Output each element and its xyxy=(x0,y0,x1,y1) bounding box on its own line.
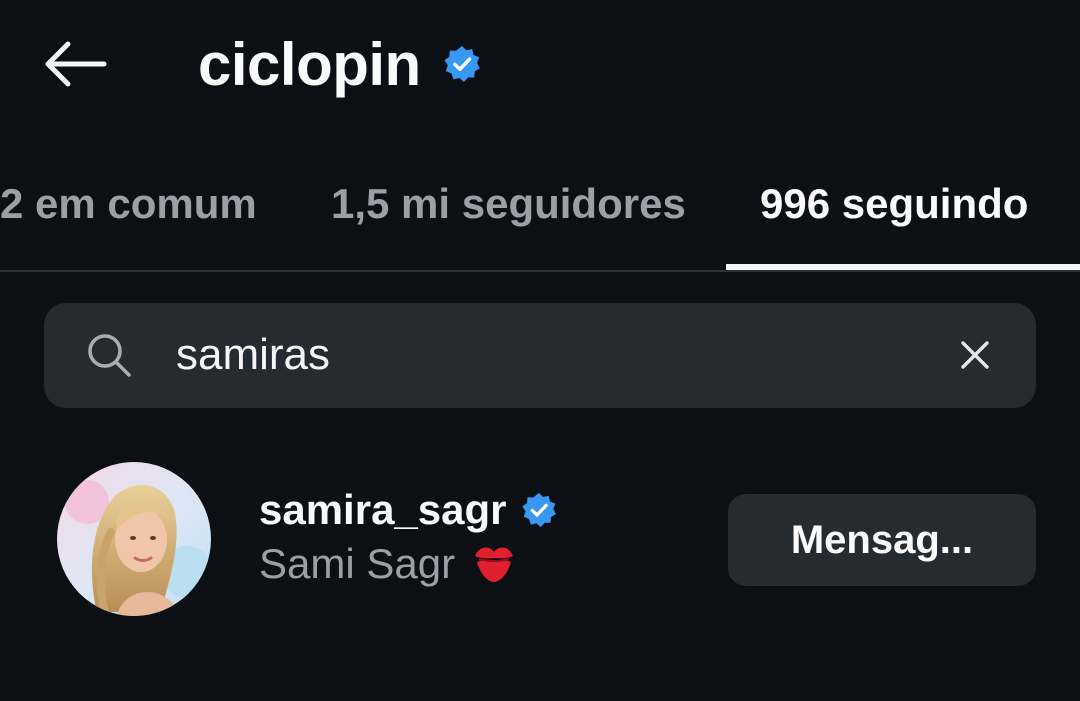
full-name: Sami Sagr xyxy=(259,540,456,587)
username-line: samira_sagr xyxy=(259,486,557,534)
page-title: ciclopin xyxy=(198,30,421,98)
close-icon xyxy=(961,341,989,369)
verified-badge-icon xyxy=(444,45,480,83)
tab-followers[interactable]: 1,5 mi seguidores xyxy=(331,180,686,228)
tab-following[interactable]: 996 seguindo xyxy=(760,180,1028,228)
arrow-left-icon xyxy=(45,41,107,87)
avatar-image xyxy=(57,462,211,616)
verified-badge-icon xyxy=(521,492,556,528)
kiss-mark-icon xyxy=(475,547,514,582)
follow-tabs: 2 em comum 1,5 mi seguidores 996 seguind… xyxy=(0,150,1080,272)
top-bar: ciclopin xyxy=(0,0,1080,128)
active-tab-indicator xyxy=(726,264,1080,270)
tabs-divider xyxy=(0,270,1080,272)
clear-search-button[interactable] xyxy=(948,328,1002,382)
search-icon xyxy=(88,334,131,377)
full-name-line: Sami Sagr xyxy=(259,540,519,588)
username: samira_sagr xyxy=(259,486,507,533)
tab-mutual[interactable]: 2 em comum xyxy=(0,180,257,228)
profile-title: ciclopin xyxy=(198,28,481,100)
search-input[interactable] xyxy=(176,320,916,390)
message-button[interactable]: Mensag... xyxy=(728,494,1036,586)
avatar[interactable] xyxy=(57,462,211,616)
list-item[interactable]: samira_sagr Sami Sagr Mensag... xyxy=(0,450,1080,630)
following-screen: ciclopin 2 em comum 1,5 mi seguidores 99… xyxy=(0,0,1080,701)
back-button[interactable] xyxy=(40,34,112,94)
